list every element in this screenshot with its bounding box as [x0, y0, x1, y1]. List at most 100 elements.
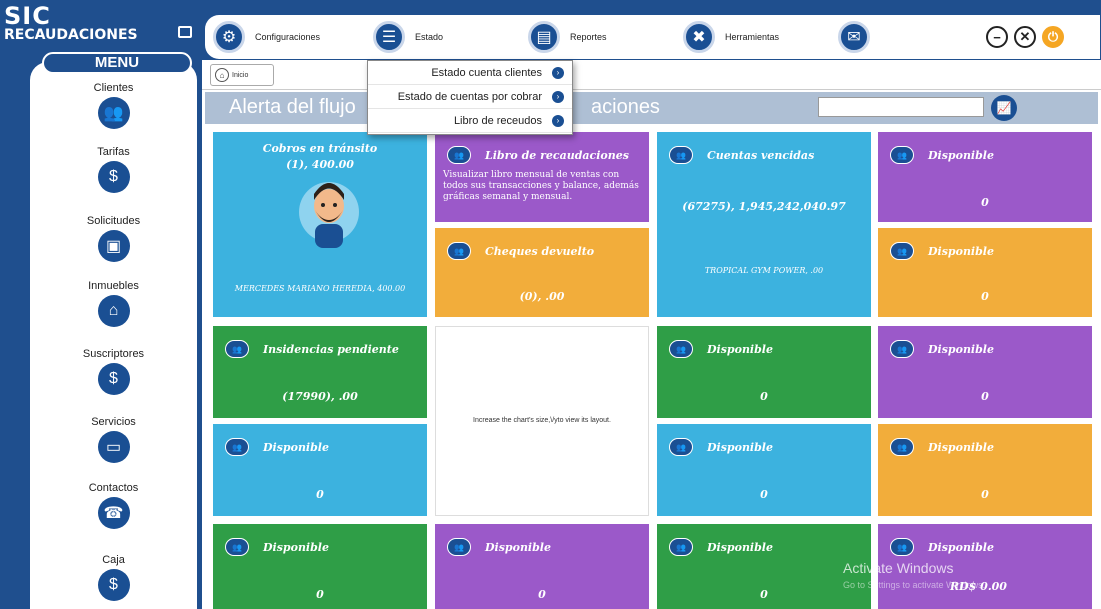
tile-insidencias-pendiente[interactable]: 👥 Insidencias pendiente (17990), .00: [213, 326, 427, 418]
minimize-button[interactable]: −: [986, 26, 1008, 48]
tile-value: 0: [981, 196, 989, 209]
chevron-right-icon: ›: [552, 66, 564, 79]
menu-mensajes[interactable]: ✉: [838, 15, 968, 59]
tile-value: 0: [538, 588, 546, 601]
menu-header: MENU: [42, 52, 192, 74]
alert-title-tail: aciones: [591, 96, 660, 118]
tile-value: 0: [981, 488, 989, 501]
people-icon: 👥: [890, 242, 914, 260]
tile-disponible[interactable]: 👥 Disponible 0: [657, 326, 871, 418]
sidebar-item-clientes[interactable]: Clientes 👥: [30, 82, 197, 129]
tile-footer: MERCEDES MARIANO HEREDIA, 400.00: [234, 284, 406, 293]
people-icon: 👥: [669, 438, 693, 456]
tile-cheques-devuelto[interactable]: 👥 Cheques devuelto (0), .00: [435, 228, 649, 317]
tile-value: (0), .00: [519, 290, 565, 303]
people-icon: 👥: [669, 538, 693, 556]
tile-disponible[interactable]: 👥 Disponible 0: [878, 132, 1092, 222]
sidebar-item-label: Tarifas: [97, 146, 130, 158]
estado-dropdown-menu: Estado cuenta clientes › Estado de cuenta…: [367, 60, 573, 135]
tile-title: Libro de recaudaciones: [485, 148, 629, 162]
tile-title: Insidencias pendiente: [263, 342, 399, 356]
people-icon: 👥: [890, 146, 914, 164]
tile-disponible[interactable]: 👥 Disponible 0: [878, 228, 1092, 317]
document-icon: ☰: [373, 21, 405, 53]
sidebar-item-contactos[interactable]: Contactos ☎: [30, 482, 197, 529]
tile-title: Disponible: [263, 540, 329, 554]
sidebar-item-servicios[interactable]: Servicios ▭: [30, 416, 197, 463]
chevron-right-icon: ›: [552, 90, 564, 103]
sidebar-item-label: Inmuebles: [88, 280, 139, 292]
menu-configuraciones[interactable]: ⚙ Configuraciones: [213, 15, 373, 59]
cash-icon: $: [97, 569, 130, 601]
menu-estado[interactable]: ☰ Estado: [373, 15, 528, 59]
tile-value: 0: [760, 488, 768, 501]
tile-title: Cheques devuelto: [485, 244, 595, 258]
tile-title: Disponible: [263, 440, 329, 454]
tile-value: 0: [760, 588, 768, 601]
tile-disponible[interactable]: 👥 Disponible 0: [878, 326, 1092, 418]
people-icon: 👥: [669, 146, 693, 164]
tile-disponible[interactable]: 👥 Disponible 0: [213, 524, 427, 609]
tile-cobros-transito[interactable]: Cobros en tránsito (1), 400.00 MERCEDES …: [213, 132, 427, 317]
menu-item-label: Libro de receudos: [453, 114, 542, 127]
windows-activation-watermark: Activate Windows: [843, 560, 954, 576]
chart-placeholder: Increase the chart's size,\/yto view its…: [435, 326, 649, 516]
people-icon: 👥: [225, 438, 249, 456]
menu-reportes-label: Reportes: [570, 32, 607, 42]
menu-estado-label: Estado: [415, 32, 444, 42]
property-icon: ⌂: [97, 295, 130, 327]
sidebar-item-label: Solicitudes: [86, 215, 141, 227]
rates-icon: $: [97, 161, 130, 193]
close-button[interactable]: ✕: [1014, 26, 1036, 48]
tab-inicio[interactable]: ⌂ Inicio: [210, 64, 274, 86]
sidebar-item-solicitudes[interactable]: Solicitudes ▣: [30, 215, 197, 262]
tile-value: 0: [316, 588, 324, 601]
tile-disponible[interactable]: 👥 Disponible 0: [878, 424, 1092, 516]
tab-inicio-label: Inicio: [232, 71, 249, 79]
report-icon: ▤: [528, 21, 560, 53]
tile-title: Disponible: [707, 342, 773, 356]
total-amount: RD$ 0.00: [950, 580, 1007, 593]
power-button[interactable]: ⏻: [1042, 26, 1064, 48]
menu-item-estado-cuentas-cobrar[interactable]: Estado de cuentas por cobrar ›: [368, 85, 572, 109]
gear-icon: ⚙: [213, 21, 245, 53]
chevron-right-icon: ›: [552, 114, 564, 127]
search-chart-button[interactable]: 📈: [991, 95, 1017, 121]
tile-description: Visualizar libro mensual de ventas con t…: [443, 170, 639, 202]
sidebar-item-caja[interactable]: Caja $: [30, 554, 197, 601]
chart-placeholder-text: Increase the chart's size,\/yto view its…: [473, 417, 611, 424]
menu-item-estado-cuenta-clientes[interactable]: Estado cuenta clientes ›: [368, 61, 572, 85]
app-logo: SIC RECAUDACIONES: [4, 4, 200, 48]
menu-item-libro-receudos[interactable]: Libro de receudos ›: [368, 109, 572, 133]
logo-text-sic: SIC: [4, 2, 51, 30]
tile-disponible[interactable]: 👥 Disponible 0: [657, 424, 871, 516]
tile-disponible[interactable]: 👥 Disponible 0: [213, 424, 427, 516]
sidebar: Clientes 👥 Tarifas $ Solicitudes ▣ Inmue…: [30, 62, 197, 609]
tile-disponible[interactable]: 👥 Disponible 0: [435, 524, 649, 609]
tile-value: (67275), 1,945,242,040.97: [682, 200, 846, 213]
top-menu-bar: ⚙ Configuraciones ☰ Estado ▤ Reportes ✖ …: [205, 15, 1100, 59]
tile-disponible[interactable]: 👥 Disponible 0: [657, 524, 871, 609]
tile-value: 0: [981, 290, 989, 303]
people-icon: 👥: [890, 538, 914, 556]
alert-header: Alerta del flujo aciones 📈: [205, 92, 1098, 124]
people-icon: 👥: [225, 340, 249, 358]
logo-text-recaudaciones: RECAUDACIONES: [4, 27, 138, 43]
home-icon: ⌂: [215, 68, 229, 82]
menu-reportes[interactable]: ▤ Reportes: [528, 15, 683, 59]
tile-value: (17990), .00: [282, 390, 358, 403]
tile-value: 0: [316, 488, 324, 501]
main-panel: ⌂ Inicio Alerta del flujo aciones 📈 Cobr…: [202, 60, 1101, 609]
search-input[interactable]: [818, 97, 984, 117]
tile-libro-recaudaciones[interactable]: 👥 Libro de recaudaciones Visualizar libro…: [435, 132, 649, 222]
sidebar-item-suscriptores[interactable]: Suscriptores $: [30, 348, 197, 395]
services-icon: ▭: [97, 431, 130, 463]
sidebar-item-tarifas[interactable]: Tarifas $: [30, 146, 197, 193]
menu-item-label: Estado cuenta clientes: [431, 66, 542, 79]
menu-herramientas[interactable]: ✖ Herramientas: [683, 15, 838, 59]
tile-cuentas-vencidas[interactable]: 👥 Cuentas vencidas (67275), 1,945,242,040…: [657, 132, 871, 317]
people-icon: 👥: [890, 438, 914, 456]
tile-title: Disponible: [928, 440, 994, 454]
sidebar-item-inmuebles[interactable]: Inmuebles ⌂: [30, 280, 197, 327]
monitor-icon: [178, 26, 192, 38]
